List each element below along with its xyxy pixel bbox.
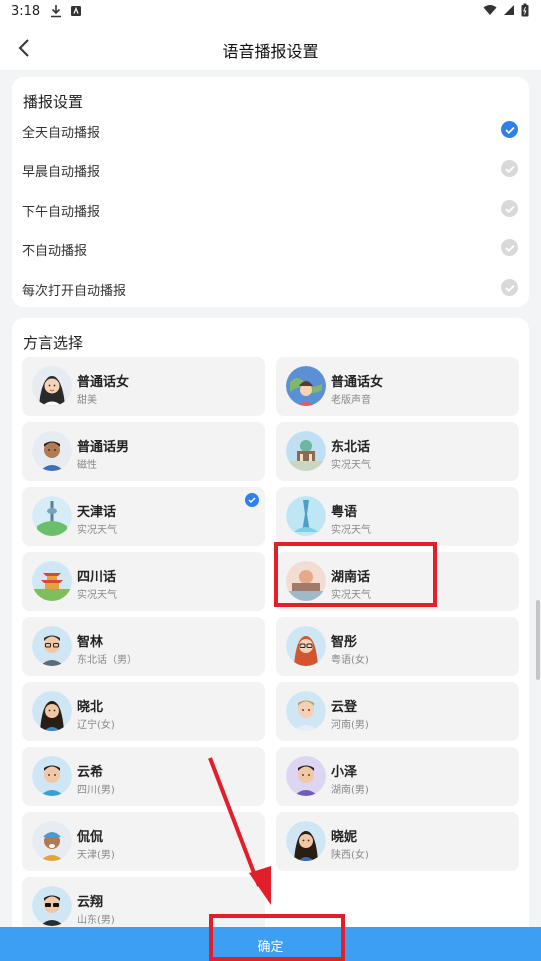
- northeast-landmark-icon: [286, 431, 326, 471]
- dialect-desc: 河南(男): [331, 720, 369, 731]
- woman-redhair-avatar-icon: [286, 626, 326, 666]
- checkmark-icon: [501, 121, 518, 138]
- dialect-name: 晓北: [77, 700, 104, 715]
- dialect-desc: 老版声音: [331, 395, 371, 406]
- dialect-desc: 实况天气: [331, 525, 371, 536]
- dialect-desc: 天津(男): [77, 850, 115, 861]
- dialect-desc: 甜美: [77, 395, 97, 406]
- checkmark-icon: [501, 160, 518, 177]
- dialect-name: 晓妮: [331, 830, 358, 845]
- dialect-name: 粤语: [331, 505, 358, 520]
- dialect-desc: 辽宁(女): [77, 720, 115, 731]
- dialect-tile-xiaobei[interactable]: 晓北 辽宁(女): [22, 682, 265, 741]
- broadcast-settings-title: 播报设置: [23, 93, 84, 111]
- option-label: 全天自动播报: [22, 126, 101, 141]
- hunan-landmark-icon: [286, 561, 326, 601]
- woman-avatar-icon: [32, 366, 72, 406]
- broadcast-option-off[interactable]: 不自动播报: [12, 233, 529, 263]
- dialect-name: 小泽: [331, 765, 358, 780]
- page-title: 语音播报设置: [222, 42, 319, 61]
- man-avatar-icon: [32, 756, 72, 796]
- dialect-name: 智彤: [331, 635, 358, 650]
- broadcast-option-afternoon[interactable]: 下午自动播报: [12, 194, 529, 224]
- dialect-desc: 山东(男): [77, 915, 115, 926]
- dialect-desc: 粤语(女): [331, 655, 369, 666]
- dialect-tile-sichuan[interactable]: 四川话 实况天气: [22, 552, 265, 611]
- dialect-desc: 四川(男): [77, 785, 115, 796]
- dialect-selection-card: 方言选择 普通话女 甜美 普通话女 老版声音 普通话男 磁性 东北话 实况天气: [12, 318, 529, 958]
- dialect-name: 侃侃: [77, 830, 104, 845]
- woman-avatar-icon: [286, 821, 326, 861]
- dialect-selection-title: 方言选择: [23, 334, 84, 352]
- dialect-tile-mandarin-male[interactable]: 普通话男 磁性: [22, 422, 265, 481]
- checkmark-icon: [501, 200, 518, 217]
- man-glasses-avatar-icon: [32, 626, 72, 666]
- download-icon: [51, 5, 61, 18]
- top-navbar: 语音播报设置: [0, 26, 541, 70]
- dialect-tile-zhitong[interactable]: 智彤 粤语(女): [276, 617, 519, 676]
- status-time: 3:18: [11, 4, 41, 19]
- broadcast-option-morning[interactable]: 早晨自动播报: [12, 154, 529, 184]
- dialect-tile-tianjin[interactable]: 天津话 实况天气: [22, 487, 265, 546]
- signal-icon: [504, 5, 514, 15]
- battery-icon: [521, 3, 529, 17]
- dialect-name: 智林: [77, 635, 104, 650]
- dialect-name: 普通话女: [331, 375, 384, 390]
- status-bar: 3:18: [0, 0, 541, 26]
- option-label: 早晨自动播报: [22, 165, 101, 180]
- dialect-desc: 实况天气: [77, 590, 117, 601]
- dialect-tile-zhilin[interactable]: 智林 东北话（男）: [22, 617, 265, 676]
- broadcast-option-all-day[interactable]: 全天自动播报: [12, 115, 529, 145]
- option-label: 每次打开自动播报: [22, 284, 127, 299]
- dialect-tile-mandarin-female-classic[interactable]: 普通话女 老版声音: [276, 357, 519, 416]
- scrollbar-thumb[interactable]: [536, 600, 540, 680]
- sichuan-pagoda-icon: [32, 561, 72, 601]
- dialect-name: 天津话: [77, 505, 117, 520]
- dialect-desc: 实况天气: [77, 525, 117, 536]
- confirm-button-label: 确定: [257, 940, 284, 955]
- man-avatar-icon: [32, 431, 72, 471]
- woman-avatar-icon: [32, 691, 72, 731]
- dialect-tile-xiaoni[interactable]: 晓妮 陕西(女): [276, 812, 519, 871]
- dialect-name: 云翔: [77, 895, 104, 910]
- dialect-name: 四川话: [77, 570, 117, 585]
- dialect-desc: 磁性: [77, 460, 97, 471]
- dialect-desc: 实况天气: [331, 590, 371, 601]
- dialect-name: 东北话: [331, 440, 371, 455]
- dialect-name: 云希: [77, 765, 104, 780]
- dialect-tile-yundeng[interactable]: 云登 河南(男): [276, 682, 519, 741]
- broadcast-option-on-open[interactable]: 每次打开自动播报: [12, 273, 529, 303]
- dialect-tile-yunxi[interactable]: 云希 四川(男): [22, 747, 265, 806]
- dialect-tile-cantonese[interactable]: 粤语 实况天气: [276, 487, 519, 546]
- dialect-desc: 陕西(女): [331, 850, 369, 861]
- checkmark-icon: [501, 239, 518, 256]
- dialect-name: 普通话女: [77, 375, 130, 390]
- dialect-tile-hunan[interactable]: 湖南话 实况天气: [276, 552, 519, 611]
- option-label: 下午自动播报: [22, 205, 101, 220]
- man-sunglasses-avatar-icon: [32, 886, 72, 926]
- dialect-tile-mandarin-female-sweet[interactable]: 普通话女 甜美: [22, 357, 265, 416]
- man-cap-avatar-icon: [32, 821, 72, 861]
- dialect-tile-kankan[interactable]: 侃侃 天津(男): [22, 812, 265, 871]
- dialect-tile-northeast[interactable]: 东北话 实况天气: [276, 422, 519, 481]
- confirm-button[interactable]: 确定: [0, 927, 541, 961]
- app-notification-icon: [71, 6, 81, 16]
- wifi-icon: [483, 5, 497, 15]
- selected-check-icon: [245, 493, 259, 507]
- broadcast-settings-card: 播报设置 全天自动播报 早晨自动播报 下午自动播报 不自动播报 每次打开自动播报: [12, 77, 529, 307]
- dialect-desc: 东北话（男）: [77, 655, 137, 666]
- checkmark-icon: [501, 279, 518, 296]
- dialect-name: 普通话男: [77, 440, 130, 455]
- dialect-desc: 湖南(男): [331, 785, 369, 796]
- tianjin-tower-icon: [32, 496, 72, 536]
- man-avatar-icon: [286, 691, 326, 731]
- dialect-name: 湖南话: [331, 570, 371, 585]
- man-avatar-icon: [286, 756, 326, 796]
- dialect-desc: 实况天气: [331, 460, 371, 471]
- dialect-name: 云登: [331, 700, 358, 715]
- globe-avatar-icon: [286, 366, 326, 406]
- dialect-tile-xiaoze[interactable]: 小泽 湖南(男): [276, 747, 519, 806]
- canton-tower-icon: [286, 496, 326, 536]
- option-label: 不自动播报: [22, 244, 88, 259]
